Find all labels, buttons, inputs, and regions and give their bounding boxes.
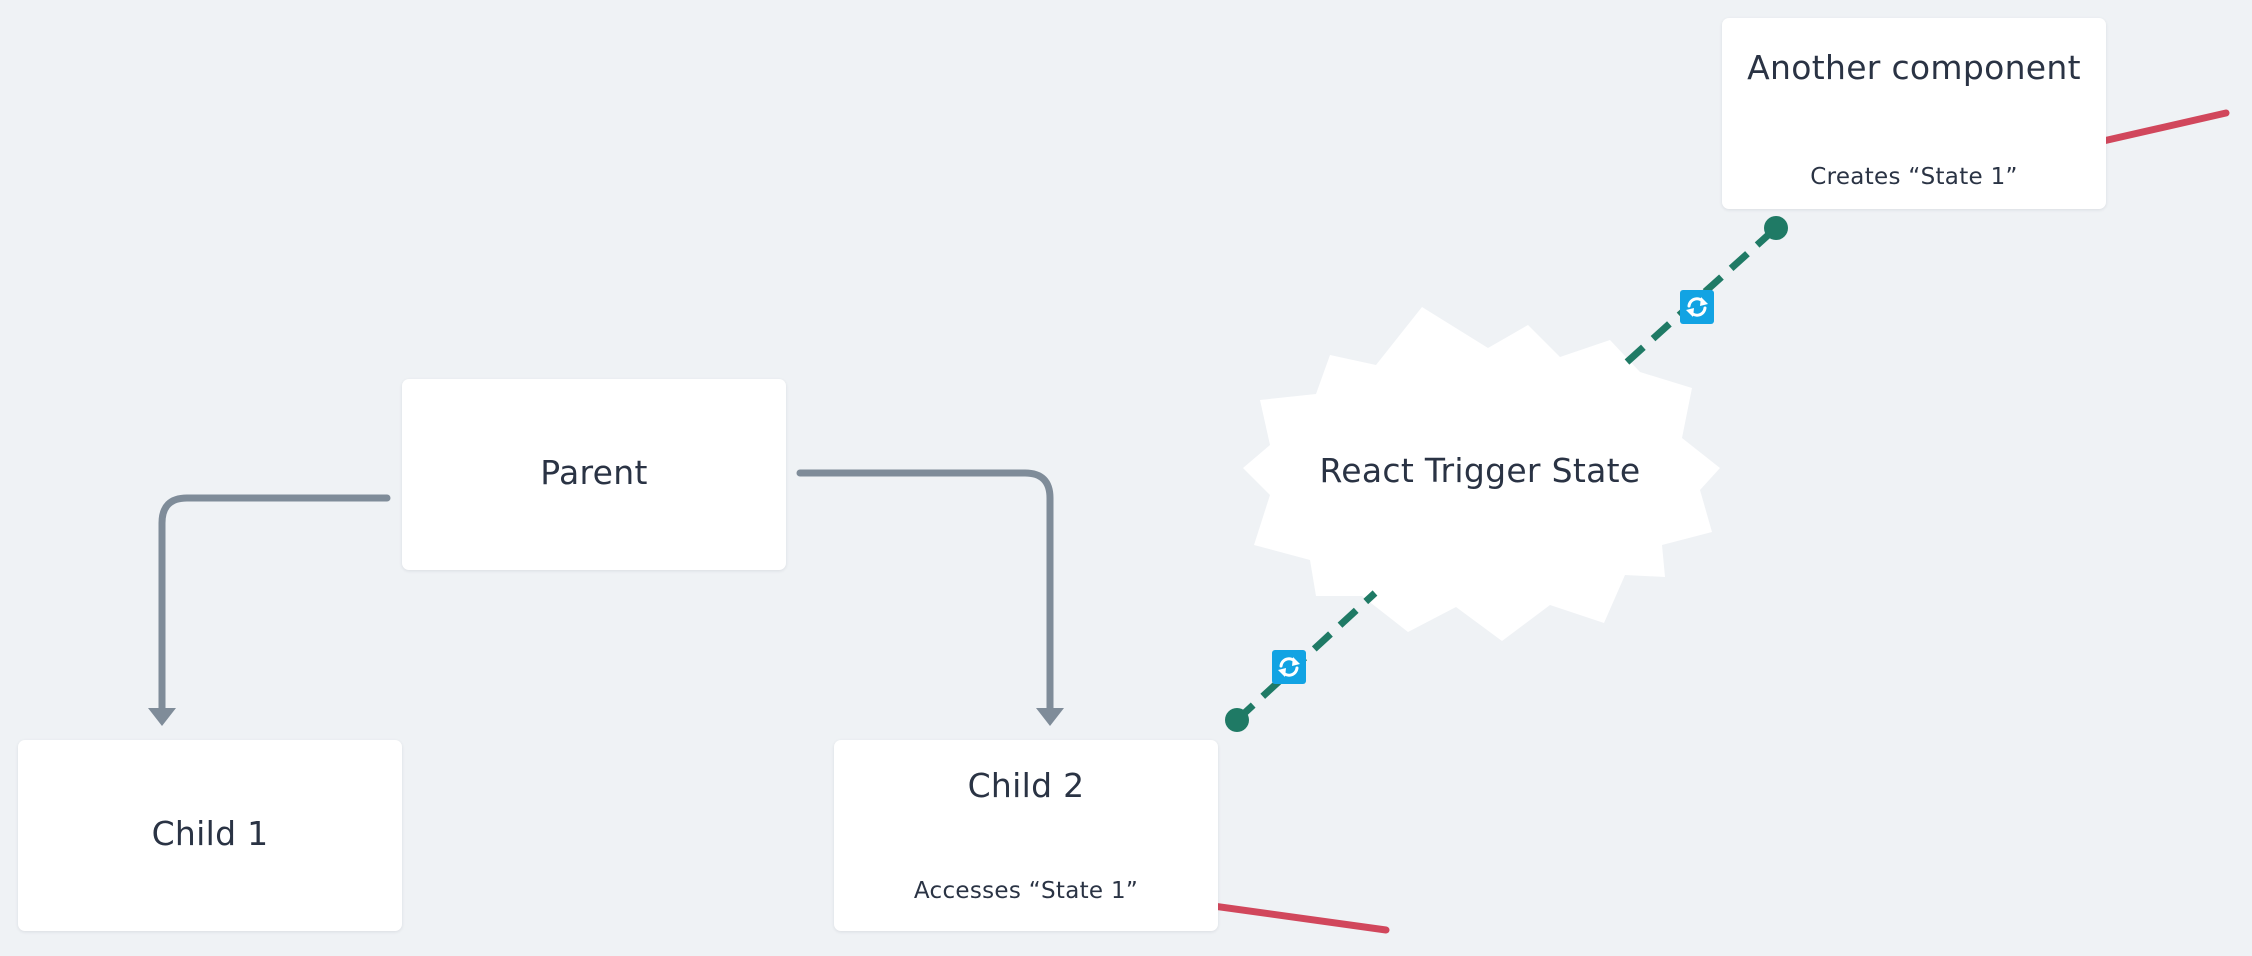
another-component-node-title: Another component — [1747, 48, 2081, 87]
parent-to-child1-arrowhead — [148, 708, 176, 726]
parent-node[interactable]: Parent — [402, 379, 786, 570]
sync-icon[interactable] — [1272, 650, 1306, 684]
diagram-canvas: Parent Child 1 Child 2 Accesses “State 1… — [0, 0, 2252, 956]
react-trigger-state-label: React Trigger State — [1319, 451, 1641, 490]
another-component-node-note: Creates “State 1” — [1810, 164, 2018, 190]
another-component-node[interactable]: Another component Creates “State 1” — [1722, 18, 2106, 209]
child1-node[interactable]: Child 1 — [18, 740, 402, 931]
parent-to-child1-connector[interactable] — [158, 494, 391, 716]
parent-to-child2-connector[interactable] — [796, 469, 1054, 716]
parent-node-title: Parent — [540, 453, 648, 492]
child2-node[interactable]: Child 2 Accesses “State 1” — [834, 740, 1218, 931]
child1-node-title: Child 1 — [151, 814, 269, 853]
parent-to-child2-arrowhead — [1036, 708, 1064, 726]
sync-icon[interactable] — [1680, 290, 1714, 324]
child2-node-title: Child 2 — [967, 766, 1085, 805]
state-link-child2-endpoint — [1225, 708, 1249, 732]
child2-node-note: Accesses “State 1” — [913, 878, 1139, 904]
state-link-another-endpoint — [1764, 216, 1788, 240]
